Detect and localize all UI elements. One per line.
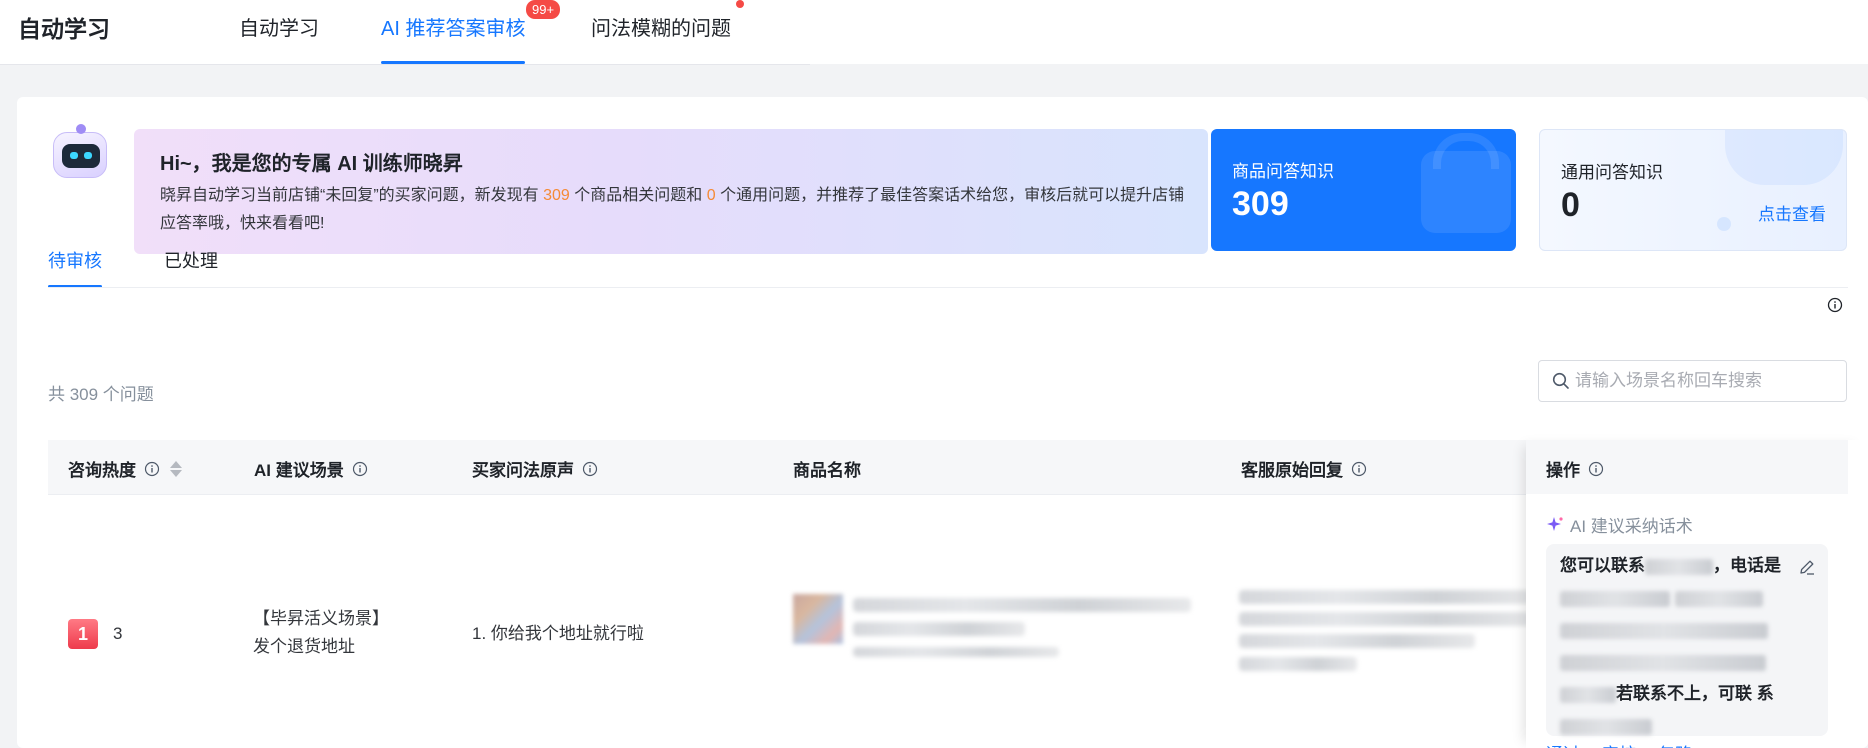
column-operation: 操作: [1546, 456, 1604, 481]
suggested-answer-text: 您可以联系 ，电话是 若联系不上，可联 系: [1560, 550, 1790, 742]
review-button[interactable]: 审核: [1602, 740, 1636, 748]
tab-auto-learning[interactable]: 自动学习: [239, 12, 319, 64]
assistant-banner: Hi~，我是您的专属 AI 训练师晓昇 晓昇自动学习当前店铺“未回复”的买家问题…: [134, 129, 1208, 254]
ai-suggestion-tip: AI 建议采纳话术: [1546, 512, 1693, 537]
info-icon[interactable]: [144, 461, 160, 477]
info-icon[interactable]: [1588, 461, 1604, 477]
buyer-question: 1. 你给我个地址就行啦: [472, 624, 644, 643]
operation-header: 操作: [1526, 440, 1848, 494]
question-total: 共 309 个问题: [48, 385, 154, 404]
search-icon: [1552, 372, 1569, 389]
column-ai-scene: AI 建议场景: [254, 456, 368, 481]
general-qa-label: 通用问答知识: [1561, 163, 1663, 182]
general-qa-card: 通用问答知识 0 点击查看: [1539, 129, 1847, 251]
robot-avatar-icon: [53, 124, 107, 178]
product-thumbnail: [793, 594, 843, 644]
original-reply-blurred: [1239, 590, 1535, 604]
info-icon[interactable]: [352, 461, 368, 477]
approve-button[interactable]: 通过: [1546, 740, 1580, 748]
tabs-divider: [48, 287, 1848, 288]
suggested-answer: 您可以联系 ，电话是 若联系不上，可联 系: [1546, 544, 1828, 736]
ai-scene-name: 【毕昇活义场景】 发个退货地址: [253, 609, 389, 656]
tab-processed[interactable]: 已处理: [164, 247, 218, 288]
column-product-name: 商品名称: [793, 461, 861, 480]
ignore-button[interactable]: 忽略: [1658, 740, 1692, 748]
banner-description: 晓昇自动学习当前店铺“未回复”的买家问题，新发现有 309 个商品相关问题和 0…: [160, 187, 1185, 232]
general-question-count: 0: [706, 187, 716, 204]
notification-dot: [736, 0, 744, 8]
product-qa-card[interactable]: 商品问答知识 309: [1211, 129, 1516, 251]
tab-pending-review[interactable]: 待审核: [48, 247, 102, 288]
column-heat[interactable]: 咨询热度: [68, 456, 182, 481]
heat-value: 3: [113, 624, 123, 643]
view-general-qa-link[interactable]: 点击查看: [1758, 200, 1826, 225]
column-original-reply: 客服原始回复: [1241, 456, 1367, 481]
info-icon[interactable]: [1827, 297, 1843, 313]
tab-ai-answer-review[interactable]: AI 推荐答案审核: [381, 12, 526, 64]
edit-icon[interactable]: [1798, 558, 1816, 576]
banner-title: Hi~，我是您的专属 AI 训练师晓昇: [160, 153, 463, 175]
tab-vague-questions[interactable]: 问法模糊的问题: [591, 12, 731, 64]
info-icon[interactable]: [1351, 461, 1367, 477]
operation-column: 操作 AI 建议采纳话术 您可以联系，电话是 若联系不上，可联 系 通过 审核 …: [1526, 440, 1868, 748]
product-question-count: 309: [543, 187, 570, 204]
product-name-blurred: [853, 598, 1191, 612]
sparkle-icon: [1547, 516, 1563, 531]
row-actions: 通过 审核 忽略: [1546, 740, 1692, 748]
top-navigation: 自动学习 自动学习 AI 推荐答案审核 99+ 问法模糊的问题: [0, 0, 1868, 64]
nav-divider: [0, 64, 810, 65]
sort-icon[interactable]: [170, 460, 182, 477]
product-qa-label: 商品问答知识: [1232, 162, 1334, 181]
tab-count-badge: 99+: [526, 0, 561, 19]
search-input[interactable]: [1575, 361, 1835, 401]
app-title: 自动学习: [18, 16, 110, 42]
heat-rank-badge: 1: [68, 619, 98, 649]
scene-search[interactable]: [1538, 360, 1847, 402]
product-qa-value: 309: [1232, 185, 1289, 223]
info-icon[interactable]: [582, 461, 598, 477]
column-buyer-question: 买家问法原声: [472, 456, 598, 481]
general-qa-value: 0: [1561, 186, 1580, 224]
main-panel: Hi~，我是您的专属 AI 训练师晓昇 晓昇自动学习当前店铺“未回复”的买家问题…: [17, 97, 1868, 748]
